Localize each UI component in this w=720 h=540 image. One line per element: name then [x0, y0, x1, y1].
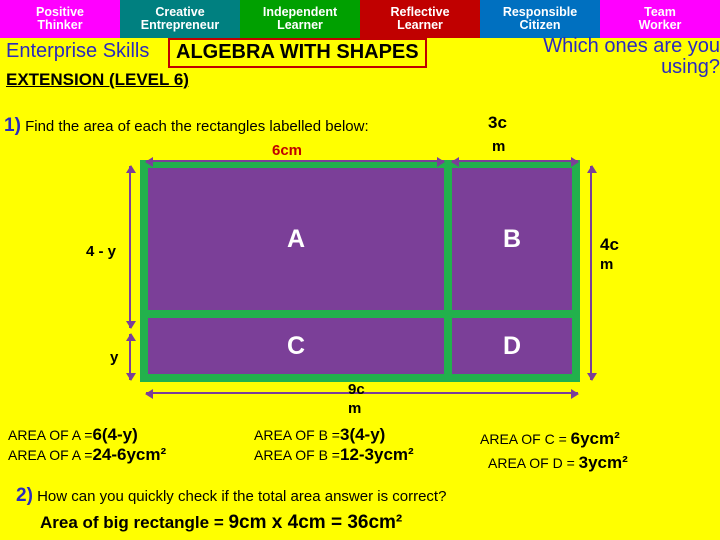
rectangle-b-label: B	[502, 224, 522, 253]
skill-label-line2: Thinker	[37, 18, 83, 32]
which-ones-line1: Which ones are you	[543, 35, 720, 57]
enterprise-skills-label: Enterprise Skills	[6, 40, 150, 62]
skill-label-line2: Entrepreneur	[140, 18, 220, 32]
question-1: 1) Find the area of each the rectangles …	[4, 115, 369, 137]
dim-arrow-right	[587, 165, 597, 381]
dim-label-bottom-line1: 9c	[348, 381, 365, 398]
dim-label-right-line1: 4c	[600, 235, 619, 254]
answer-b-line2-value: 12-3ycm²	[339, 445, 414, 464]
skills-bar: Positive Thinker Creative Entrepreneur I…	[0, 0, 720, 38]
dim-top-right-line2: m	[492, 138, 506, 155]
rectangle-a-label: A	[286, 224, 306, 253]
which-ones-prompt: Which ones are you using?	[492, 36, 720, 78]
dim-arrow-left-upper	[126, 165, 136, 329]
dim-label-top-left: 6cm	[272, 142, 303, 159]
skill-responsible-citizen[interactable]: Responsible Citizen	[480, 0, 600, 38]
question-1-number: 1)	[4, 115, 21, 136]
question-2-number: 2)	[16, 485, 33, 506]
answer-b-line2-label: AREA OF B =	[254, 447, 340, 463]
skill-reflective-learner[interactable]: Reflective Learner	[360, 0, 480, 38]
dim-label-left-lower: y	[110, 349, 119, 366]
dim-arrow-top-left	[145, 157, 445, 167]
rectangle-c: C	[148, 318, 444, 374]
answer-a-line1: AREA OF A =6(4-y)	[8, 425, 138, 445]
dim-top-right-line1: 3c	[488, 113, 507, 132]
answer-d: AREA OF D = 3ycm²	[488, 453, 628, 473]
skill-label-line2: Learner	[397, 18, 443, 32]
answer-c: AREA OF C = 6ycm²	[480, 429, 620, 449]
answers-block: AREA OF A =6(4-y) AREA OF A =24-6ycm² AR…	[8, 425, 720, 480]
answer-d-label: AREA OF D =	[488, 455, 575, 471]
final-answer: Area of big rectangle = 9cm x 4cm = 36cm…	[40, 512, 402, 534]
rectangle-d: D	[452, 318, 572, 374]
dim-label-bottom-line2: m	[348, 400, 362, 417]
answer-c-value: 6ycm²	[570, 429, 620, 448]
dim-arrow-top-right	[451, 157, 579, 167]
final-answer-prefix: Area of big rectangle =	[40, 513, 229, 532]
answer-a-line1-label: AREA OF A =	[8, 427, 93, 443]
answer-b-line1-label: AREA OF B =	[254, 427, 340, 443]
question-2-text: How can you quickly check if the total a…	[37, 488, 447, 505]
dim-label-left-upper: 4 - y	[86, 243, 117, 260]
answer-b-line1: AREA OF B =3(4-y)	[254, 425, 385, 445]
question-2: 2) How can you quickly check if the tota…	[16, 485, 446, 507]
answer-d-value: 3ycm²	[578, 453, 628, 472]
answer-a-line2-value: 24-6ycm²	[92, 445, 167, 464]
which-ones-line2: using?	[661, 56, 720, 78]
skill-team-worker[interactable]: Team Worker	[600, 0, 720, 38]
skill-creative-entrepreneur[interactable]: Creative Entrepreneur	[120, 0, 240, 38]
answer-b-line1-value: 3(4-y)	[339, 425, 386, 444]
page-title: ALGEBRA WITH SHAPES	[168, 38, 427, 68]
skill-label-line2: Worker	[638, 18, 682, 32]
answer-c-label: AREA OF C =	[480, 431, 567, 447]
rectangle-a: A	[148, 168, 444, 310]
rectangle-c-label: C	[286, 331, 306, 360]
skill-label-line2: Learner	[277, 18, 323, 32]
answer-b-line2: AREA OF B =12-3ycm²	[254, 445, 414, 465]
header-row: Enterprise Skills ALGEBRA WITH SHAPES Wh…	[0, 36, 720, 90]
skill-label-line2: Citizen	[519, 18, 561, 32]
dim-arrow-left-lower	[126, 333, 136, 381]
rectangle-diagram: A B C D	[140, 160, 580, 382]
question-1-text: Find the area of each the rectangles lab…	[25, 118, 369, 135]
dim-label-right-line2: m	[600, 256, 614, 273]
rectangle-d-label: D	[502, 331, 522, 360]
answer-a-line1-value: 6(4-y)	[92, 425, 138, 444]
answer-a-line2-label: AREA OF A =	[8, 447, 93, 463]
rectangle-b: B	[452, 168, 572, 310]
extension-level-label: EXTENSION (LEVEL 6)	[6, 70, 189, 89]
skill-independent-learner[interactable]: Independent Learner	[240, 0, 360, 38]
skill-positive-thinker[interactable]: Positive Thinker	[0, 0, 120, 38]
final-answer-value: 9cm x 4cm = 36cm²	[228, 512, 403, 533]
answer-a-line2: AREA OF A =24-6ycm²	[8, 445, 166, 465]
